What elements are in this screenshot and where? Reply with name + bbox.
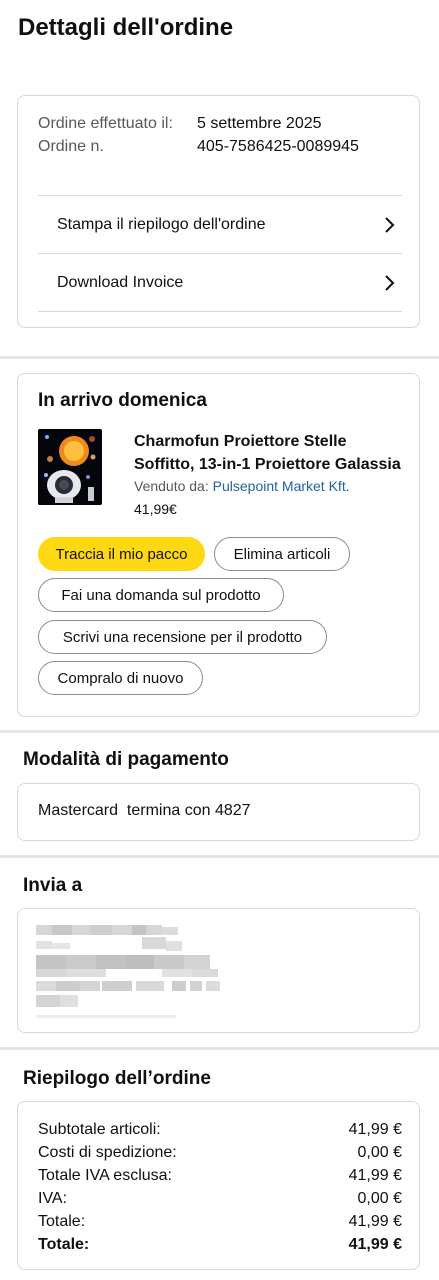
summary-label: Totale IVA esclusa: [38, 1167, 172, 1184]
buy-again-button[interactable]: Compralo di nuovo [38, 661, 203, 695]
order-info-card: Ordine effettuato il: Ordine n. 5 settem… [17, 95, 420, 328]
payment-section-title: Modalità di pagamento [23, 749, 229, 770]
summary-value: 0,00 € [357, 1144, 402, 1161]
remove-items-button[interactable]: Elimina articoli [214, 537, 350, 571]
print-order-summary-link[interactable]: Stampa il riepilogo dell'ordine [38, 195, 402, 253]
section-divider [0, 356, 439, 359]
summary-row: IVA: 0,00 € [38, 1187, 402, 1210]
order-info-labels: Ordine effettuato il: Ordine n. [38, 112, 188, 158]
summary-row: Totale IVA esclusa: 41,99 € [38, 1164, 402, 1187]
product-price: 41,99€ [134, 501, 177, 517]
seller-link[interactable]: Pulsepoint Market Kft. [213, 478, 350, 494]
summary-row: Costi di spedizione: 0,00 € [38, 1141, 402, 1164]
order-number: 405-7586425-0089945 [197, 138, 359, 155]
payment-method: Mastercard termina con 4827 [38, 802, 251, 819]
order-info-values: 5 settembre 2025 405-7586425-0089945 [197, 112, 359, 158]
print-order-summary-label: Stampa il riepilogo dell'ordine [57, 215, 266, 233]
section-divider [0, 1047, 439, 1050]
summary-label: Totale: [38, 1213, 86, 1230]
grand-total-row: Totale: 41,99 € [38, 1233, 402, 1256]
sold-by-label: Venduto da: [134, 478, 209, 494]
product-image[interactable] [38, 429, 102, 505]
chevron-right-icon [378, 271, 402, 295]
write-review-button[interactable]: Scrivi una recensione per il prodotto [38, 620, 327, 654]
order-placed-date: 5 settembre 2025 [197, 115, 322, 132]
grand-total-label: Totale: [38, 1236, 90, 1253]
ask-question-button[interactable]: Fai una domanda sul prodotto [38, 578, 284, 612]
summary-value: 41,99 € [348, 1121, 402, 1138]
summary-value: 41,99 € [348, 1213, 402, 1230]
summary-value: 41,99 € [348, 1167, 402, 1184]
divider [38, 311, 402, 312]
shipping-address-card [17, 908, 420, 1033]
grand-total-value: 41,99 € [348, 1236, 402, 1253]
order-placed-label: Ordine effettuato il: [38, 115, 173, 132]
summary-section-title: Riepilogo dell’ordine [23, 1068, 211, 1089]
summary-row: Subtotale articoli: 41,99 € [38, 1118, 402, 1141]
summary-label: Subtotale articoli: [38, 1121, 161, 1138]
redacted-address [36, 925, 220, 1018]
order-summary-card: Subtotale articoli: 41,99 € Costi di spe… [17, 1101, 420, 1270]
section-divider [0, 730, 439, 733]
delivery-status-title: In arrivo domenica [38, 390, 207, 411]
summary-row: Totale: 41,99 € [38, 1210, 402, 1233]
shipping-section-title: Invia a [23, 875, 83, 896]
chevron-right-icon [378, 213, 402, 237]
product-title[interactable]: Charmofun Proiettore Stelle Soffitto, 13… [134, 430, 406, 476]
payment-card: Mastercard termina con 4827 [17, 783, 420, 841]
summary-value: 0,00 € [357, 1190, 402, 1207]
product-seller: Venduto da: Pulsepoint Market Kft. [134, 478, 350, 494]
summary-label: Costi di spedizione: [38, 1144, 177, 1161]
order-number-label: Ordine n. [38, 138, 104, 155]
download-invoice-label: Download Invoice [57, 273, 184, 291]
delivery-card: In arrivo domenica Charmofun Proiettore … [17, 373, 420, 717]
track-package-button[interactable]: Traccia il mio pacco [38, 537, 205, 571]
section-divider [0, 855, 439, 858]
page-title: Dettagli dell'ordine [18, 14, 234, 41]
download-invoice-link[interactable]: Download Invoice [38, 253, 402, 311]
summary-label: IVA: [38, 1190, 68, 1207]
